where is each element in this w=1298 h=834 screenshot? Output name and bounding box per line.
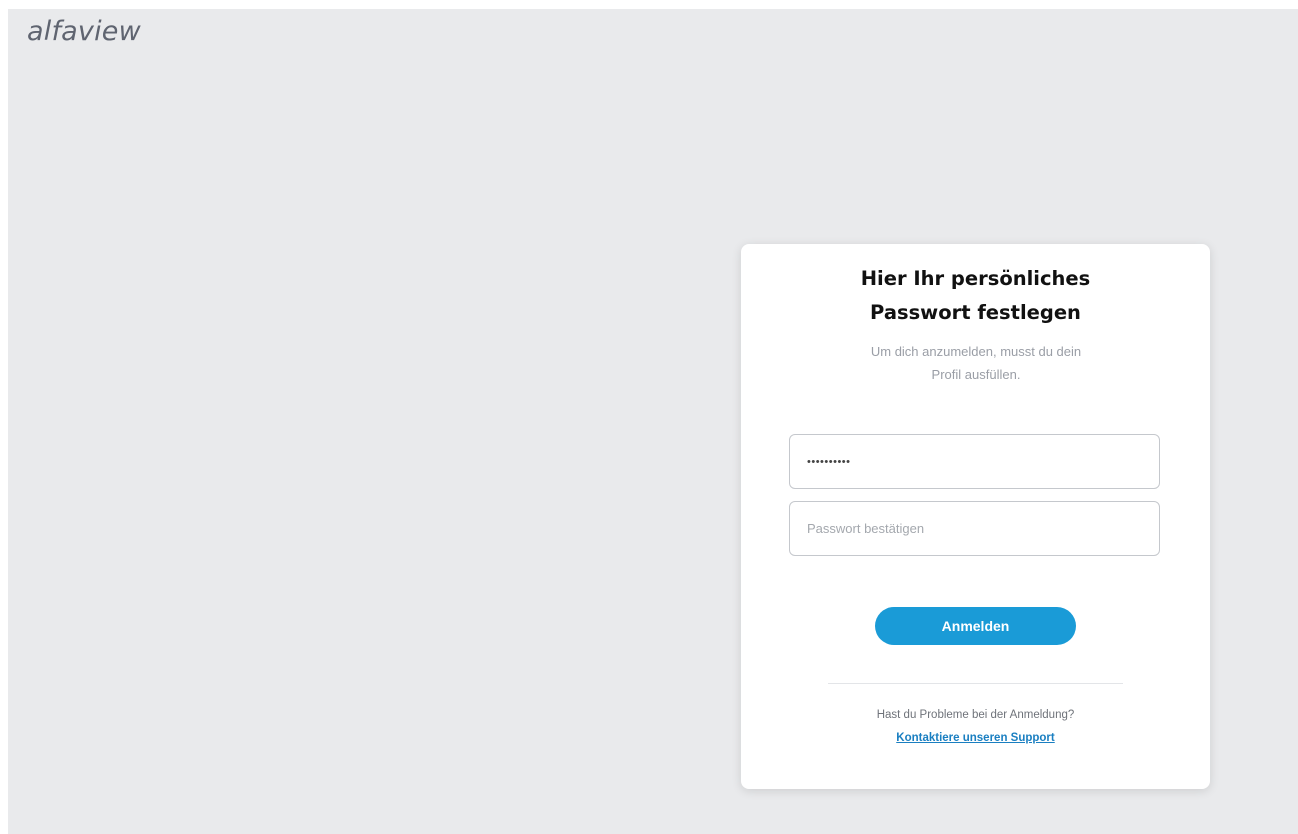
password-field[interactable]: •••••••••• bbox=[789, 434, 1160, 489]
card-subtitle: Um dich anzumelden, musst du dein Profil… bbox=[821, 340, 1131, 386]
card-subtitle-line-1: Um dich anzumelden, musst du dein bbox=[870, 344, 1082, 359]
divider bbox=[828, 683, 1123, 684]
card-subtitle-line-2: Profil ausfüllen. bbox=[931, 367, 1021, 382]
help-text: Hast du Probleme bei der Anmeldung? bbox=[876, 709, 1075, 721]
alfaview-logo: alfaview bbox=[27, 16, 141, 47]
password-masked-value: •••••••••• bbox=[807, 455, 851, 468]
confirm-password-field[interactable] bbox=[789, 501, 1160, 556]
contact-support-link[interactable]: Kontaktiere unseren Support bbox=[741, 732, 1210, 744]
card-title-line-1: Hier Ihr persönliches bbox=[860, 267, 1091, 290]
app-background: alfaview Hier Ihr persönliches Passwort … bbox=[8, 9, 1298, 834]
card-title-line-2: Passwort festlegen bbox=[870, 301, 1081, 324]
password-setup-card: Hier Ihr persönliches Passwort festlegen… bbox=[741, 244, 1210, 789]
login-button[interactable]: Anmelden bbox=[875, 607, 1076, 645]
confirm-password-input[interactable] bbox=[807, 521, 1142, 536]
card-title: Hier Ihr persönliches Passwort festlegen bbox=[741, 262, 1210, 330]
